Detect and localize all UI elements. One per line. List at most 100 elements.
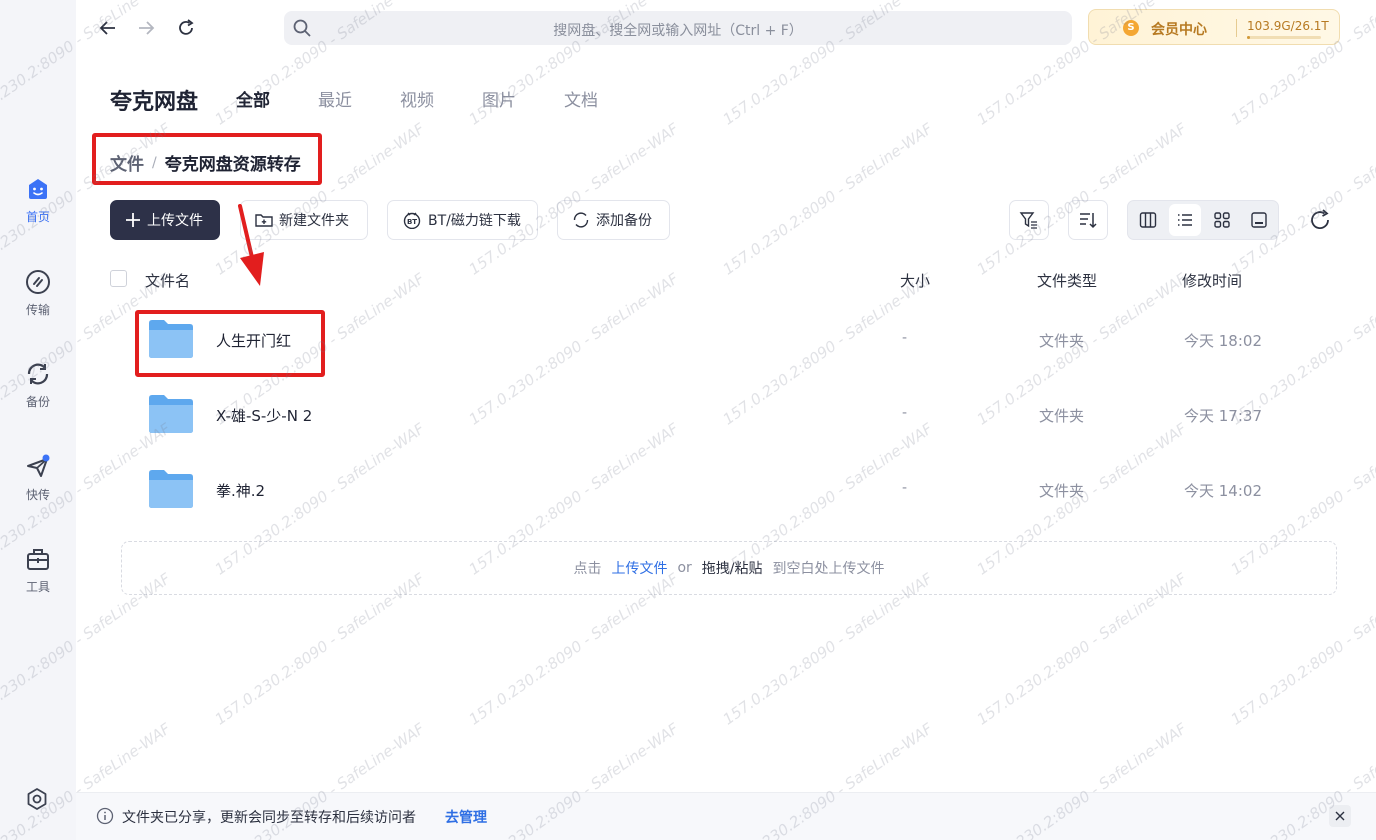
share-notice-bar: 文件夹已分享，更新会同步至转存和后续访问者 去管理 xyxy=(76,792,1376,840)
tab-image[interactable]: 图片 xyxy=(482,86,516,111)
dropzone-upload-link[interactable]: 上传文件 xyxy=(611,558,667,578)
upload-label: 上传文件 xyxy=(147,213,203,229)
file-size: - xyxy=(902,405,908,421)
file-type: 文件夹 xyxy=(1039,482,1085,500)
view-mode-switch xyxy=(1127,200,1279,240)
tab-all[interactable]: 全部 xyxy=(236,86,270,111)
tab-document[interactable]: 文档 xyxy=(564,86,598,111)
file-type: 文件夹 xyxy=(1039,407,1085,425)
breadcrumb-root[interactable]: 文件 xyxy=(110,150,144,175)
watermark-text: 157.0.230.2:8090 - SafeLine-WAF xyxy=(211,119,428,279)
divider xyxy=(1236,19,1237,37)
storage-bar-fill xyxy=(1247,36,1250,39)
watermark-text: 157.0.230.2:8090 - SafeLine-WAF xyxy=(719,119,936,279)
svg-text:BT: BT xyxy=(407,218,417,226)
view-list-button[interactable] xyxy=(1169,204,1201,236)
info-icon xyxy=(96,807,114,825)
rail-item-backup[interactable]: 备份 xyxy=(0,361,76,410)
close-notice-button[interactable] xyxy=(1329,805,1351,827)
file-size: - xyxy=(902,330,908,346)
file-size: - xyxy=(902,480,908,496)
bt-download-button[interactable]: BT BT/磁力链下载 xyxy=(387,200,538,240)
table-row[interactable]: X-雄-S-少-N 2 - 文件夹 今天 17:37 xyxy=(110,380,1340,455)
header-type[interactable]: 文件类型 xyxy=(1037,270,1097,291)
table-row[interactable]: 人生开门红 - 文件夹 今天 18:02 xyxy=(110,305,1340,380)
add-backup-label: 添加备份 xyxy=(596,213,652,229)
folder-icon xyxy=(149,470,193,508)
dropzone-or: or xyxy=(677,560,692,576)
file-modified-time: 今天 14:02 xyxy=(1184,482,1262,500)
view-columns-button[interactable] xyxy=(1132,204,1164,236)
reload-icon xyxy=(179,19,194,35)
vip-center-button[interactable]: S 会员中心 103.9G/26.1T xyxy=(1088,9,1340,45)
search-placeholder: 搜网盘、搜全网或输入网址（Ctrl + F） xyxy=(553,23,803,39)
rail-item-label: 传输 xyxy=(25,303,50,317)
rail-item-tools[interactable]: 工具 xyxy=(0,546,76,595)
file-modified-time: 今天 17:37 xyxy=(1184,407,1262,425)
new-folder-button[interactable]: 新建文件夹 xyxy=(240,200,368,240)
header-time[interactable]: 修改时间 xyxy=(1182,270,1242,291)
filter-button[interactable] xyxy=(1009,200,1049,240)
backup-icon xyxy=(573,212,589,228)
refresh-button[interactable] xyxy=(1308,208,1332,232)
home-face-icon xyxy=(29,179,47,199)
breadcrumb-current: 夸克网盘资源转存 xyxy=(164,155,301,175)
list-icon xyxy=(1178,214,1192,226)
dropzone-prefix: 点击 xyxy=(573,561,602,577)
watermark-text: 157.0.230.2:8090 - SafeLine-WAF xyxy=(1227,119,1376,279)
upload-button[interactable]: 上传文件 xyxy=(110,200,220,240)
columns-icon xyxy=(1139,212,1157,228)
top-bar: 搜网盘、搜全网或输入网址（Ctrl + F） S 会员中心 103.9G/26.… xyxy=(76,0,1376,56)
grid-icon xyxy=(1214,212,1230,228)
breadcrumb: 文件 / 夸克网盘资源转存 xyxy=(110,150,301,176)
file-name[interactable]: X-雄-S-少-N 2 xyxy=(216,405,312,426)
tab-video[interactable]: 视频 xyxy=(400,86,434,111)
tab-recent[interactable]: 最近 xyxy=(318,86,352,111)
brand-title: 夸克网盘 xyxy=(110,90,199,115)
sort-button[interactable] xyxy=(1068,200,1108,240)
rail-item-home[interactable]: 首页 xyxy=(0,176,76,225)
quark-drive-window: 首页 传输 备份 快传 工具 搜网盘、搜全网或输入网址（Ctrl + F） S … xyxy=(0,0,1376,840)
arrow-left-icon xyxy=(99,21,115,35)
add-backup-button[interactable]: 添加备份 xyxy=(557,200,670,240)
upload-drop-zone[interactable]: 点击 上传文件 or 拖拽/粘贴 到空白处上传文件 xyxy=(121,541,1337,595)
new-folder-label: 新建文件夹 xyxy=(279,213,349,229)
table-row[interactable]: 拳.神.2 - 文件夹 今天 14:02 xyxy=(110,455,1340,530)
close-icon xyxy=(1335,811,1345,821)
backup-icon xyxy=(27,363,49,385)
rail-item-label: 备份 xyxy=(25,395,50,409)
rail-item-quick-send[interactable]: 快传 xyxy=(0,454,76,503)
view-grid-button[interactable] xyxy=(1206,204,1238,236)
forward-button[interactable] xyxy=(132,14,160,42)
dropzone-suffix: 到空白处上传文件 xyxy=(772,561,885,577)
new-folder-icon xyxy=(255,214,273,227)
manage-link[interactable]: 去管理 xyxy=(445,807,487,827)
file-name[interactable]: 人生开门红 xyxy=(216,330,291,351)
sort-icon xyxy=(1080,213,1097,229)
table-header: 文件名 大小 文件类型 修改时间 xyxy=(110,268,1340,292)
header-size[interactable]: 大小 xyxy=(900,270,930,291)
coin-icon: S xyxy=(1123,20,1139,36)
rail-item-label: 首页 xyxy=(25,210,50,224)
header-name[interactable]: 文件名 xyxy=(145,270,190,291)
arrow-right-icon xyxy=(139,21,155,35)
toolbox-icon xyxy=(27,549,49,570)
view-preview-button[interactable] xyxy=(1243,204,1275,236)
watermark-text: 157.0.230.2:8090 - SafeLine-WAF xyxy=(973,119,1190,279)
preview-icon xyxy=(1251,212,1267,228)
bt-download-label: BT/磁力链下载 xyxy=(428,213,521,229)
reload-button[interactable] xyxy=(172,14,200,42)
search-input[interactable]: 搜网盘、搜全网或输入网址（Ctrl + F） xyxy=(284,11,1072,45)
file-name[interactable]: 拳.神.2 xyxy=(216,480,265,501)
category-tabs: 全部 最近 视频 图片 文档 xyxy=(236,86,646,111)
notice-message: 文件夹已分享，更新会同步至转存和后续访问者 xyxy=(122,810,416,826)
rail-item-transfer[interactable]: 传输 xyxy=(0,269,76,318)
filter-icon xyxy=(1019,212,1037,229)
breadcrumb-separator: / xyxy=(152,154,157,171)
select-all-checkbox[interactable] xyxy=(110,270,127,287)
rail-item-label: 快传 xyxy=(25,488,50,502)
folder-icon xyxy=(149,320,193,358)
settings-icon[interactable] xyxy=(24,786,50,812)
vip-label: 会员中心 xyxy=(1151,22,1207,38)
back-button[interactable] xyxy=(94,14,122,42)
